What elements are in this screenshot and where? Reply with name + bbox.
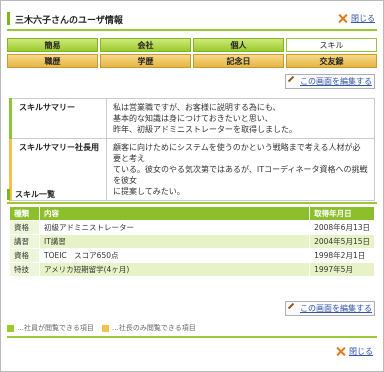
tab-skill[interactable]: スキル [286,38,377,52]
cell-type: 資格 [9,220,40,235]
skills-divider [7,202,377,204]
close-icon [337,13,348,24]
tab-personal[interactable]: 個人 [193,38,284,52]
summary-line: 顧客に向けためにシステムを使うのかという戦略まで考える人材が必要と考え [113,143,361,163]
tab-education[interactable]: 学歴 [100,54,191,68]
skills-table: 種類 内容 取得年月日 資格 初級アドミニストレーター 2008年6月13日 講… [9,206,375,277]
col-type: 種類 [9,206,40,221]
cell-date: 2004年5月15日 [309,234,375,249]
pencil-icon [288,304,297,313]
cell-content: アメリカ短期留学(4ヶ月) [38,262,311,277]
summary-line: に提案してみたい。 [113,187,185,196]
tab-friends[interactable]: 交友録 [286,54,377,68]
tab-anniversary[interactable]: 記念日 [193,54,284,68]
summary-label: スキルサマリー [9,98,107,139]
tab-career[interactable]: 職歴 [7,54,98,68]
edit-screen-button-bottom[interactable]: この画面を編集する [285,301,375,316]
summary-table: スキルサマリー 私は営業職ですが、お客様に説明する為にも、 基本的な知識は身につ… [9,98,375,201]
summary-line: 基本的な知識は身につけておきたいと思い、 [113,114,273,123]
legend: …社員が閲覧できる項目 …社長のみ閲覧できる項目 [7,323,196,333]
summary-line: 昨年、初級アドミニストレーターを取得しました。 [113,125,297,134]
header-accent-bar [7,12,10,25]
summary-line: ている。彼女のやる気次第ではあるが、ITコーディネータ資格への挑戦を彼女 [113,165,368,185]
footer-divider [7,336,377,338]
legend-item-staff: …社員が閲覧できる項目 [7,323,94,333]
tabs-row-primary: 簡易 会社 個人 スキル [7,38,377,52]
summary-value: 私は営業職ですが、お客様に説明する為にも、 基本的な知識は身につけておきたいと思… [106,98,375,139]
cell-date: 1997年5月 [309,262,375,277]
cell-type: 特技 [9,262,40,277]
close-button[interactable]: 閉じる [337,13,375,24]
summary-row-president: スキルサマリー社長用 顧客に向けためにシステムを使うのかという戦略まで考える人材… [9,138,375,201]
col-date: 取得年月日 [309,206,375,221]
edit-screen-label: この画面を編集する [300,304,372,313]
cell-date: 2008年6月13日 [309,220,375,235]
legend-label: …社長のみ閲覧できる項目 [111,324,196,332]
skills-header-row: 種類 内容 取得年月日 [9,206,375,221]
table-row: 特技 アメリカ短期留学(4ヶ月) 1997年5月 [9,262,375,277]
table-row: 資格 初級アドミニストレーター 2008年6月13日 [9,220,375,235]
cell-content: TOEIC スコア650点 [38,248,311,263]
pencil-icon [288,77,297,86]
header: 三木六子さんのユーザ情報 閉じる [7,10,377,30]
legend-item-president: …社長のみ閲覧できる項目 [101,323,196,333]
cell-type: 講習 [9,234,40,249]
tab-simple[interactable]: 簡易 [7,38,98,52]
legend-swatch-orange [101,324,109,332]
page-title: 三木六子さんのユーザ情報 [15,16,123,26]
close-label: 閉じる [351,14,375,23]
section-accent-bar [7,189,10,200]
legend-swatch-green [7,324,14,332]
legend-label: …社員が閲覧できる項目 [17,324,94,332]
edit-screen-label: この画面を編集する [300,77,372,86]
tab-company[interactable]: 会社 [100,38,191,52]
table-row: 資格 TOEIC スコア650点 1998年2月1日 [9,248,375,263]
summary-row: スキルサマリー 私は営業職ですが、お客様に説明する為にも、 基本的な知識は身につ… [9,98,375,139]
cell-type: 資格 [9,248,40,263]
cell-content: IT講習 [38,234,311,249]
close-button-bottom[interactable]: 閉じる [335,346,373,357]
skills-title: スキル一覧 [15,190,55,199]
close-icon [335,346,346,357]
header-divider [7,29,377,31]
summary-president-value: 顧客に向けためにシステムを使うのかという戦略まで考える人材が必要と考え ている。… [106,138,375,201]
cell-date: 1998年2月1日 [309,248,375,263]
table-row: 講習 IT講習 2004年5月15日 [9,234,375,249]
summary-line: 私は営業職ですが、お客様に説明する為にも、 [113,103,281,112]
close-label: 閉じる [349,347,373,356]
user-info-window: 三木六子さんのユーザ情報 閉じる 簡易 会社 個人 スキル 職歴 学歴 記念日 … [0,0,384,372]
edit-screen-button-top[interactable]: この画面を編集する [285,74,375,89]
cell-content: 初級アドミニストレーター [38,220,311,235]
col-content: 内容 [38,206,311,221]
tabs-row-secondary: 職歴 学歴 記念日 交友録 [7,54,377,68]
